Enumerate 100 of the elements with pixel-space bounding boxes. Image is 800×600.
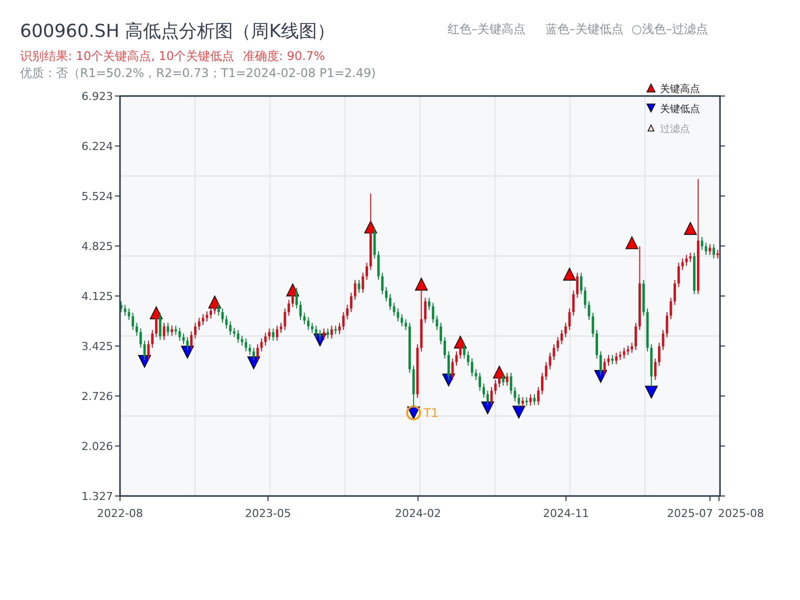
candlestick — [440, 322, 442, 345]
candlestick — [506, 372, 508, 386]
candlestick — [303, 312, 306, 325]
x-tick-label: 2024-02 — [395, 507, 441, 520]
candlestick — [366, 262, 368, 280]
candlestick — [670, 297, 672, 320]
candlestick — [451, 358, 454, 380]
candlestick — [295, 287, 298, 310]
candlestick — [498, 372, 501, 388]
candlestick — [544, 362, 548, 380]
candlestick — [388, 294, 392, 310]
candlestick — [603, 358, 606, 376]
candlestick — [392, 302, 396, 316]
candlestick — [373, 227, 376, 259]
y-tick-label: 3.425 — [82, 340, 113, 354]
candlestick — [658, 342, 660, 366]
candlestick — [444, 336, 446, 360]
candlestick — [533, 394, 536, 406]
candlestick — [288, 299, 290, 316]
candlestick — [244, 338, 248, 352]
candlestick — [342, 312, 345, 330]
x-tick-label: 2023-05 — [245, 507, 291, 520]
candlestick — [362, 272, 364, 294]
candlestick — [478, 372, 482, 392]
candlestick — [518, 394, 520, 408]
result-summary: 识别结果: 10个关键高点, 10个关键低点 — [20, 48, 234, 64]
candlestick — [662, 329, 664, 350]
candlestick — [276, 325, 278, 342]
y-tick-label: 5.524 — [82, 190, 113, 203]
chart-title: 600960.SH 高低点分析图（周K线图） — [20, 20, 335, 44]
candlestick — [482, 383, 485, 398]
candlestick — [463, 342, 466, 360]
candlestick — [210, 306, 212, 320]
candlestick — [307, 316, 310, 330]
y-tick-label: 2.026 — [82, 440, 113, 454]
candlestick — [385, 286, 388, 302]
candlestick — [474, 368, 478, 380]
high-point-marker — [625, 236, 639, 250]
y-tick-label: 4.825 — [82, 240, 113, 253]
x-tick-label: 2022-08 — [97, 507, 143, 520]
candlestick — [326, 328, 329, 340]
candlestick — [580, 272, 582, 295]
candlestick — [424, 297, 426, 324]
candlestick — [350, 292, 352, 313]
candlestick — [190, 330, 193, 350]
candlestick — [236, 329, 240, 344]
candlestick — [162, 322, 166, 340]
candlestick — [206, 310, 208, 322]
candlestick — [155, 312, 158, 338]
candlestick — [630, 342, 634, 354]
candlestick — [311, 322, 314, 334]
candlestick — [330, 325, 333, 340]
high-point-marker — [684, 222, 698, 235]
candlestick — [572, 290, 575, 316]
x-tick-label: 2025-07 — [667, 507, 713, 520]
high-point-marker — [414, 277, 428, 291]
candlestick — [186, 336, 189, 350]
candlestick — [502, 372, 504, 386]
legend-label: 过滤点 — [660, 124, 690, 135]
candlestick — [233, 327, 236, 338]
candlestick — [576, 272, 579, 298]
high-point-marker — [562, 267, 576, 281]
candlestick — [225, 315, 228, 330]
annotation-label: T1 — [424, 406, 439, 420]
candlestick — [346, 304, 348, 320]
y-tick-label: 4.125 — [82, 290, 113, 303]
low-point-marker — [512, 406, 526, 420]
candlestick — [541, 372, 544, 395]
candlestick — [552, 344, 556, 360]
y-tick-label: 6.923 — [82, 90, 113, 103]
candlestick — [486, 390, 489, 406]
x-tick-label: 2025-08 — [718, 507, 764, 520]
legend-label: 关键高点 — [660, 84, 700, 95]
candlestick — [681, 258, 684, 270]
candlestick — [584, 286, 586, 310]
candlestick — [592, 312, 594, 338]
candlestick — [447, 350, 450, 380]
up-triangle-icon — [647, 124, 655, 132]
candlestick — [322, 328, 326, 340]
low-point-marker — [481, 401, 494, 415]
candlestick — [256, 344, 259, 360]
candlestick — [214, 302, 216, 315]
candlestick — [634, 322, 637, 350]
candlestick — [432, 302, 434, 324]
down-triangle-icon — [646, 104, 656, 113]
candlestick — [217, 302, 220, 316]
x-tick-label: 2024-11 — [543, 507, 589, 520]
candlestick — [268, 328, 271, 340]
candlestick — [522, 396, 524, 408]
candlestick — [622, 347, 626, 360]
low-point-marker — [180, 346, 194, 359]
candlestick — [132, 312, 134, 330]
candlestick — [654, 358, 656, 380]
candlestick — [596, 329, 598, 360]
legend-label: 蓝色–关键低点 — [546, 21, 624, 38]
candlestick — [494, 379, 497, 395]
candlestick — [354, 279, 356, 300]
candlestick — [272, 328, 274, 342]
candlestick — [264, 332, 267, 346]
candlestick — [248, 344, 252, 356]
